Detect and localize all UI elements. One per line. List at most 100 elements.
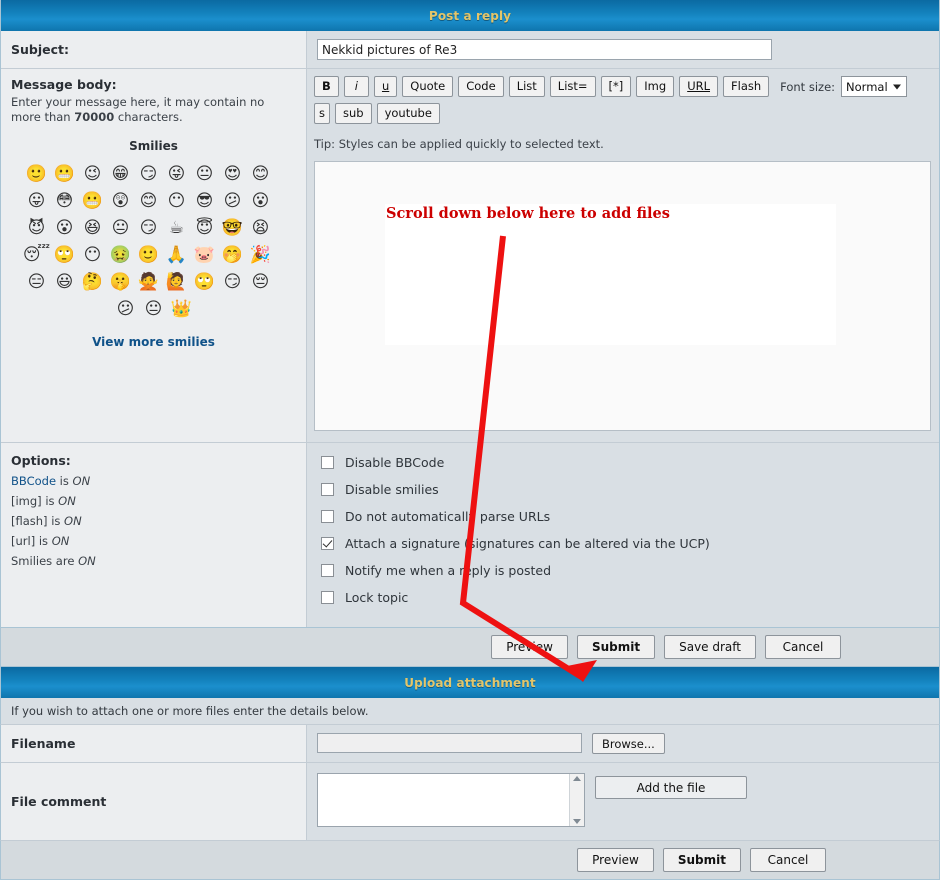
subject-input[interactable]: [317, 39, 772, 60]
smiley-icon[interactable]: 😶: [79, 242, 107, 269]
smiley-icon[interactable]: 🤢: [107, 242, 135, 269]
list-item-button[interactable]: [*]: [600, 76, 632, 97]
file-comment-scrollbar[interactable]: [569, 774, 584, 826]
smiley-icon[interactable]: 😏: [219, 269, 247, 296]
smiley-icon[interactable]: 😏: [135, 215, 163, 242]
smiley-icon[interactable]: 😫: [247, 215, 275, 242]
lock-topic-checkbox-row[interactable]: Lock topic: [321, 590, 929, 605]
submit-button[interactable]: Submit: [576, 635, 656, 659]
cancel-button-bottom[interactable]: Cancel: [750, 848, 826, 872]
ordered-list-button[interactable]: List=: [549, 76, 596, 97]
smilies-grid-last-row: 😕 😐 👑: [69, 296, 239, 323]
smiley-icon[interactable]: 😴: [23, 242, 51, 269]
message-textarea[interactable]: [314, 161, 931, 431]
disable-bbcode-checkbox-row[interactable]: Disable BBCode: [321, 455, 929, 470]
smiley-icon[interactable]: 😉: [79, 161, 107, 188]
smiley-icon[interactable]: 😲: [107, 188, 135, 215]
smiley-icon[interactable]: 🙄: [51, 242, 79, 269]
underline-button[interactable]: u: [373, 76, 398, 97]
smiley-icon[interactable]: 😜: [163, 161, 191, 188]
smiley-icon[interactable]: 😮: [247, 188, 275, 215]
attach-signature-checkbox-row[interactable]: Attach a signature (signatures can be al…: [321, 536, 929, 551]
bbcode-toolbar-row2: s sub youtube: [314, 103, 931, 124]
disable-url-parse-checkbox-row[interactable]: Do not automatically parse URLs: [321, 509, 929, 524]
image-button[interactable]: Img: [636, 76, 675, 97]
disable-bbcode-checkbox[interactable]: [321, 456, 334, 469]
smiley-icon[interactable]: 🐷: [191, 242, 219, 269]
flash-button[interactable]: Flash: [723, 76, 770, 97]
option-name[interactable]: BBCode: [11, 474, 56, 488]
smiley-icon[interactable]: 🙂: [23, 161, 51, 188]
submit-button-bottom[interactable]: Submit: [662, 848, 741, 872]
notify-reply-checkbox-row[interactable]: Notify me when a reply is posted: [321, 563, 929, 578]
smiley-icon[interactable]: 😈: [23, 215, 51, 242]
subscript-button[interactable]: sub: [335, 103, 372, 124]
attach-signature-checkbox[interactable]: [321, 537, 334, 550]
scroll-down-icon[interactable]: [573, 819, 581, 824]
smiley-icon[interactable]: 😏: [135, 161, 163, 188]
youtube-button[interactable]: youtube: [376, 103, 440, 124]
bold-button[interactable]: B: [314, 76, 339, 97]
file-comment-textarea[interactable]: [317, 773, 585, 827]
options-title: Options:: [11, 453, 71, 468]
smiley-icon[interactable]: 🤫: [107, 269, 135, 296]
smiley-icon[interactable]: 😐: [107, 215, 135, 242]
preview-button-bottom[interactable]: Preview: [577, 848, 654, 872]
smiley-icon[interactable]: 😃: [51, 269, 79, 296]
cancel-button[interactable]: Cancel: [765, 635, 841, 659]
smiley-icon[interactable]: 👑: [168, 296, 196, 323]
smiley-icon[interactable]: 😬: [79, 188, 107, 215]
smiley-icon[interactable]: 😊: [135, 188, 163, 215]
smiley-icon[interactable]: 🙋: [163, 269, 191, 296]
smiley-icon[interactable]: 😛: [23, 188, 51, 215]
italic-button[interactable]: i: [343, 76, 369, 97]
smiley-icon[interactable]: 😶: [163, 188, 191, 215]
strike-button[interactable]: s: [314, 103, 330, 124]
smiley-icon[interactable]: 🎉: [247, 242, 275, 269]
view-more-smilies-link[interactable]: View more smilies: [92, 335, 215, 349]
scroll-up-icon[interactable]: [573, 776, 581, 781]
smiley-icon[interactable]: 🙂: [135, 242, 163, 269]
smiley-icon[interactable]: 🤭: [219, 242, 247, 269]
save-draft-button[interactable]: Save draft: [664, 635, 756, 659]
lock-topic-checkbox[interactable]: [321, 591, 334, 604]
add-the-file-button[interactable]: Add the file: [595, 776, 747, 799]
smiley-icon[interactable]: 😆: [79, 215, 107, 242]
smiley-icon[interactable]: 😊: [247, 161, 275, 188]
smiley-icon[interactable]: 😮: [51, 215, 79, 242]
smiley-icon[interactable]: 😎: [191, 188, 219, 215]
url-button[interactable]: URL: [679, 76, 719, 97]
smiley-icon[interactable]: 😑: [23, 269, 51, 296]
smiley-icon[interactable]: 😁: [107, 161, 135, 188]
disable-smilies-checkbox-row[interactable]: Disable smilies: [321, 482, 929, 497]
smiley-icon[interactable]: 🙄: [191, 269, 219, 296]
smiley-icon[interactable]: 😐: [140, 296, 168, 323]
smiley-icon[interactable]: 🙅: [135, 269, 163, 296]
quote-button[interactable]: Quote: [402, 76, 454, 97]
list-button[interactable]: List: [508, 76, 545, 97]
smiley-icon[interactable]: 😕: [112, 296, 140, 323]
smiley-icon[interactable]: 😳: [51, 188, 79, 215]
font-size-select[interactable]: Normal: [841, 76, 908, 97]
smiley-icon[interactable]: 😍: [219, 161, 247, 188]
smiley-icon[interactable]: ☕: [163, 215, 191, 242]
options-cell: Options: BBCode is ON [img] is ON [flash] …: [1, 443, 307, 627]
smiley-icon[interactable]: 🤓: [219, 215, 247, 242]
disable-smilies-checkbox[interactable]: [321, 483, 334, 496]
smiley-icon[interactable]: 😔: [247, 269, 275, 296]
view-more-smilies[interactable]: View more smilies: [11, 335, 296, 349]
upload-attachment-title-bar: Upload attachment: [0, 667, 940, 698]
file-comment-input-cell: Add the file: [307, 763, 939, 840]
smiley-icon[interactable]: 🙏: [163, 242, 191, 269]
smiley-icon[interactable]: 😕: [219, 188, 247, 215]
disable-url-parse-checkbox[interactable]: [321, 510, 334, 523]
smiley-icon[interactable]: 🤔: [79, 269, 107, 296]
preview-button[interactable]: Preview: [491, 635, 568, 659]
notify-reply-checkbox[interactable]: [321, 564, 334, 577]
code-button[interactable]: Code: [458, 76, 504, 97]
smiley-icon[interactable]: 😐: [191, 161, 219, 188]
filename-input[interactable]: [317, 733, 582, 753]
smiley-icon[interactable]: 😇: [191, 215, 219, 242]
smiley-icon[interactable]: 😬: [51, 161, 79, 188]
browse-button[interactable]: Browse...: [592, 733, 665, 754]
